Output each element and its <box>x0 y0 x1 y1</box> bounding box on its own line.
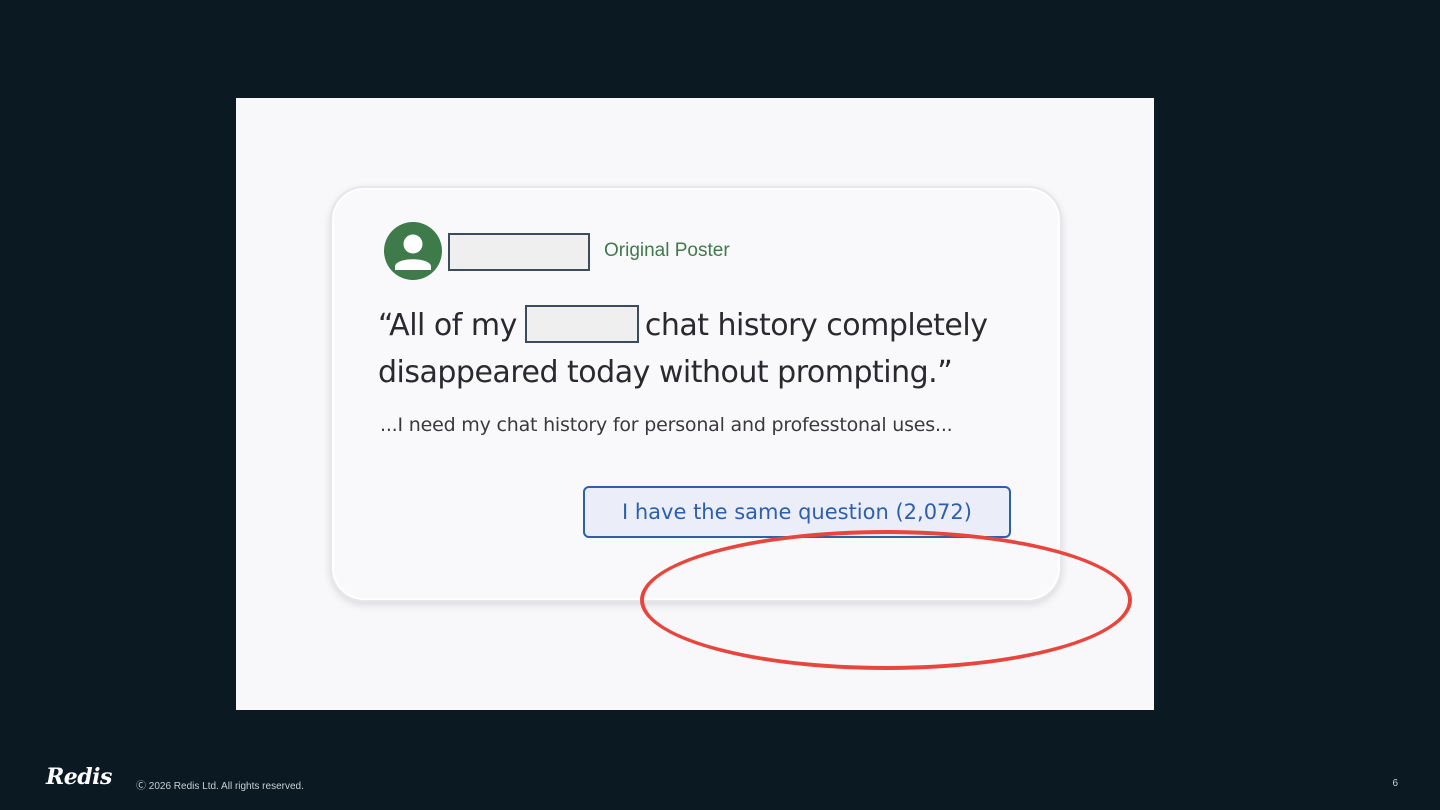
forum-screenshot: Original Poster “All of my chat history c… <box>236 98 1154 710</box>
redacted-username <box>448 233 590 271</box>
redacted-product-name <box>524 305 639 343</box>
post-excerpt: ...I need my chat history for personal a… <box>380 414 953 436</box>
highlight-circle-annotation <box>640 530 1132 670</box>
page-number: 6 <box>1392 778 1398 789</box>
slide: Original Poster “All of my chat history c… <box>0 0 1440 810</box>
quote-line-1-start: “All of my <box>378 308 517 343</box>
copyright-notice: Ⓒ 2026 Redis Ltd. All rights reserved. <box>136 781 304 792</box>
redis-logo: Redis <box>46 764 112 790</box>
original-poster-label: Original Poster <box>604 240 730 261</box>
quote-line-1-end: chat history completely <box>644 308 988 343</box>
user-avatar-icon <box>384 222 442 280</box>
forum-post-card: Original Poster “All of my chat history c… <box>330 186 1132 670</box>
quote-line-1: “All of my chat history completely <box>378 302 1028 349</box>
quote-line-2: disappeared today without prompting.” <box>378 355 953 390</box>
post-quote: “All of my chat history completely disapp… <box>378 302 1028 396</box>
same-question-button[interactable]: I have the same question (2,072) <box>583 486 1011 538</box>
